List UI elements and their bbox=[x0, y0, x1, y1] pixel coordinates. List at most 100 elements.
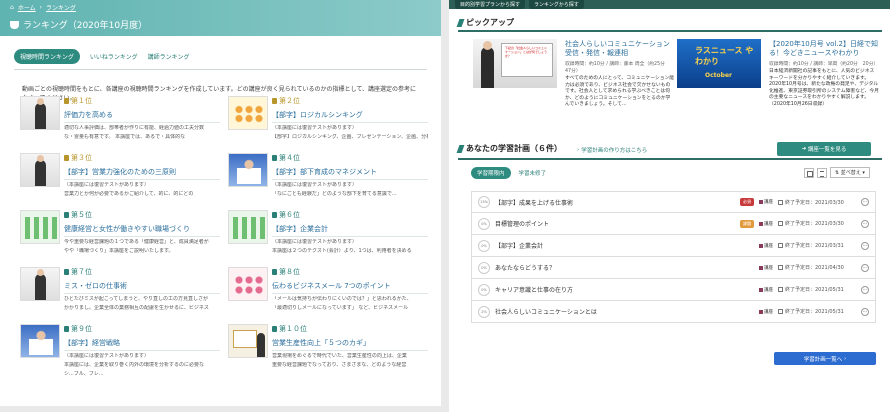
course-summary: 重要な経営課題でなっており、さまざまな、どのような経営 bbox=[272, 361, 407, 368]
course-summary: 【部字】ロジカルシンキング、企画、ブレゼンテーション、企画、分析、報告 bbox=[272, 133, 428, 140]
grid-view-icon[interactable] bbox=[804, 167, 814, 178]
chevron-right-icon: › bbox=[39, 4, 43, 11]
rank-label: 第９位 bbox=[64, 324, 220, 334]
month-label: October bbox=[705, 72, 732, 79]
tab-learning-plans[interactable]: 目的別学習プランから探す bbox=[455, 0, 526, 9]
progress-ring: 0% bbox=[478, 283, 490, 296]
tab-watch-time[interactable]: 視聴時間ランキング bbox=[14, 49, 80, 64]
plan-row[interactable]: 0% キャリア意識と仕事の在り方 講座 終了予定日：2021/05/31 ⋯ bbox=[471, 279, 876, 301]
breadcrumb-ranking[interactable]: ランキング bbox=[46, 3, 76, 12]
course-summary: 営業現場をめぐるで時代でいた、営業生産性の向上は、企業 bbox=[272, 353, 407, 359]
course-title[interactable]: 【部字】営業力強化のための三原則 bbox=[64, 167, 220, 180]
tab-likes[interactable]: いいねランキング bbox=[90, 52, 138, 61]
ranking-item[interactable]: 第５位 健康経営と女性が働きやすい職場づくり 今や重要な経営課題の１つである「健康経… bbox=[20, 210, 220, 261]
plan-row[interactable]: 0% 目標管理のポイント 課題 講座 終了予定日：2021/03/30 ⋯ bbox=[471, 213, 876, 235]
progress-ring: 0% bbox=[478, 261, 490, 274]
course-summary: （本講座には復習テストがあります） bbox=[64, 182, 150, 188]
plan-type: 講座 bbox=[759, 309, 773, 315]
plan-title[interactable]: キャリア意識と仕事の在り方 bbox=[495, 285, 754, 294]
ranking-tabs: 視聴時間ランキング いいねランキング 講師ランキング bbox=[0, 36, 441, 64]
pickup-thumbnail-1[interactable]: 下記の「社会人らしいコミュニケーション」とはが何でしょうか？ bbox=[473, 39, 557, 88]
medal-icon bbox=[272, 155, 277, 161]
plan-row[interactable]: 2% 社会人らしいコミュニケーションとは 講座 終了予定日：2021/05/31 ⋯ bbox=[471, 301, 876, 323]
list-view-icon[interactable] bbox=[817, 167, 827, 178]
tab-instructors[interactable]: 講師ランキング bbox=[148, 52, 190, 61]
more-options-icon[interactable]: ⋯ bbox=[861, 219, 869, 228]
presenter-figure bbox=[481, 41, 494, 88]
course-title[interactable]: 【部字】部下育成のマネジメント bbox=[272, 167, 428, 180]
plan-due-date: 終了予定日：2021/05/31 bbox=[778, 286, 856, 293]
medal-icon bbox=[272, 326, 277, 332]
course-thumbnail[interactable] bbox=[20, 324, 60, 358]
plan-title[interactable]: 【部字】成果を上げる仕事術 bbox=[495, 198, 735, 207]
course-summary: ひとたびミスが起こってしまうと、やり直しの工の方見直しさが bbox=[64, 296, 209, 302]
calendar-icon bbox=[778, 221, 783, 226]
top-nav: 目的別学習プランから探す ランキングから探す bbox=[449, 0, 890, 9]
more-options-icon[interactable]: ⋯ bbox=[861, 307, 869, 316]
course-title[interactable]: 健康経営と女性が働きやすい職場づくり bbox=[64, 224, 220, 237]
course-thumbnail[interactable] bbox=[228, 210, 268, 244]
course-title[interactable]: ミス・ゼロの仕事術 bbox=[64, 281, 220, 294]
more-options-icon[interactable]: ⋯ bbox=[861, 263, 869, 272]
ranking-item[interactable]: 第４位 【部字】部下育成のマネジメント （本講座には復習テストがあります） 「なにごと… bbox=[228, 153, 428, 204]
ranking-item[interactable]: 第８位 伝わるビジネスメール 7つのポイント 「メールは気持ちが伝わりにくいのでは？… bbox=[228, 267, 428, 318]
course-title[interactable]: 【部字】経営戦略 bbox=[64, 338, 220, 351]
course-thumbnail[interactable] bbox=[228, 267, 268, 301]
course-title[interactable]: 評価力を高める bbox=[64, 110, 220, 123]
breadcrumb: ⌂ ホーム › ランキング bbox=[10, 3, 431, 12]
course-type-icon bbox=[759, 287, 763, 292]
course-list-button[interactable]: ➜ 講座一覧を見る bbox=[777, 142, 871, 156]
plan-row[interactable]: 0% あなたならどうする？ 講座 終了予定日：2021/04/30 ⋯ bbox=[471, 257, 876, 279]
plan-title[interactable]: 【部字】企業会計 bbox=[495, 241, 754, 250]
plan-title[interactable]: 目標管理のポイント bbox=[495, 219, 735, 228]
ranking-item[interactable]: 第２位 【部字】ロジカルシンキング （本講座には復習テストがあります） 【部字】ロジカ… bbox=[228, 96, 428, 147]
course-thumbnail[interactable] bbox=[228, 324, 268, 358]
more-options-icon[interactable]: ⋯ bbox=[861, 285, 869, 294]
pickup-title[interactable]: 【2020年10月号 vol.2】日経で知る！今どきニュースやわかり bbox=[769, 40, 879, 58]
ranking-item[interactable]: 第７位 ミス・ゼロの仕事術 ひとたびミスが起こってしまうと、やり直しの工の方見直しさ… bbox=[20, 267, 220, 318]
plan-type: 講座 bbox=[759, 199, 773, 205]
course-summary: 適切な人事評価は、部帯者が作りに有能、経過力値の工夫分数 bbox=[64, 125, 205, 131]
medal-icon bbox=[272, 269, 277, 275]
ranking-item[interactable]: 第３位 【部字】営業力強化のための三原則 （本講座には復習テストがあります） 営業力と… bbox=[20, 153, 220, 204]
ranking-item[interactable]: 第１位 評価力を高める 適切な人事評価は、部帯者が作りに有能、経過力値の工夫分数 な・… bbox=[20, 96, 220, 147]
ranking-item[interactable]: 第１０位 営業生産性向上「５つのカギ」 営業現場をめぐるで時代でいた、営業生産性の向… bbox=[228, 324, 428, 375]
home-icon: ⌂ bbox=[10, 4, 14, 11]
calendar-icon bbox=[778, 309, 783, 314]
plan-due-date: 終了予定日：2021/05/31 bbox=[778, 308, 856, 315]
trophy-icon bbox=[10, 20, 19, 29]
sort-select[interactable]: ⇅ 並べ替え ▾ bbox=[830, 167, 870, 178]
more-options-icon[interactable]: ⋯ bbox=[861, 241, 869, 250]
pickup-thumbnail-2[interactable]: ラスニュース やわかり October bbox=[677, 39, 761, 88]
plan-list-button[interactable]: 学習計画一覧へ › bbox=[774, 352, 876, 365]
breadcrumb-home[interactable]: ホーム bbox=[18, 3, 36, 12]
plan-row[interactable]: 13% 【部字】成果を上げる仕事術 必須 講座 終了予定日：2021/03/30 ⋯ bbox=[471, 191, 876, 213]
course-thumbnail[interactable] bbox=[228, 153, 268, 187]
course-thumbnail[interactable] bbox=[228, 96, 268, 130]
ranking-item[interactable]: 第６位 【部字】企業会計 （本講座には復習テストがあります） 本講座は２つのテクスト(… bbox=[228, 210, 428, 261]
tab-rankings[interactable]: ランキングから探す bbox=[529, 0, 584, 9]
pickup-title[interactable]: 社会人らしいコミュニケーション 受信・発信・報連相 bbox=[565, 40, 675, 58]
news-logo: ラスニュース やわかり bbox=[695, 46, 754, 66]
ranking-item[interactable]: 第９位 【部字】経営戦略 （本講座には復習テストがあります） 本講座には、企業を取り巻… bbox=[20, 324, 220, 377]
course-title[interactable]: 【部字】企業会計 bbox=[272, 224, 428, 237]
plan-list: 13% 【部字】成果を上げる仕事術 必須 講座 終了予定日：2021/03/30 ⋯ 0% 目… bbox=[471, 191, 876, 323]
plan-title[interactable]: あなたならどうする？ bbox=[495, 263, 754, 272]
course-title[interactable]: 営業生産性向上「５つのカギ」 bbox=[272, 338, 428, 351]
medal-icon bbox=[64, 155, 69, 161]
course-thumbnail[interactable] bbox=[20, 267, 60, 301]
course-title[interactable]: 【部字】ロジカルシンキング bbox=[272, 110, 428, 123]
course-thumbnail[interactable] bbox=[20, 210, 60, 244]
medal-icon bbox=[64, 269, 69, 275]
more-options-icon[interactable]: ⋯ bbox=[861, 198, 869, 206]
course-thumbnail[interactable] bbox=[20, 96, 60, 130]
tab-within-deadline[interactable]: 学習期限内 bbox=[471, 167, 511, 179]
course-title[interactable]: 伝わるビジネスメール 7つのポイント bbox=[272, 281, 428, 294]
tab-incomplete[interactable]: 学習未修了 bbox=[519, 169, 547, 177]
plan-howto-link[interactable]: › 学習計画の作り方はこちら bbox=[577, 146, 647, 154]
course-thumbnail[interactable] bbox=[20, 153, 60, 187]
course-type-icon bbox=[759, 265, 763, 270]
plan-title[interactable]: 社会人らしいコミュニケーションとは bbox=[495, 307, 754, 316]
course-summary: （本講座には復習テストがあります） bbox=[272, 182, 358, 188]
plan-row[interactable]: 0% 【部字】企業会計 講座 終了予定日：2021/03/31 ⋯ bbox=[471, 235, 876, 257]
